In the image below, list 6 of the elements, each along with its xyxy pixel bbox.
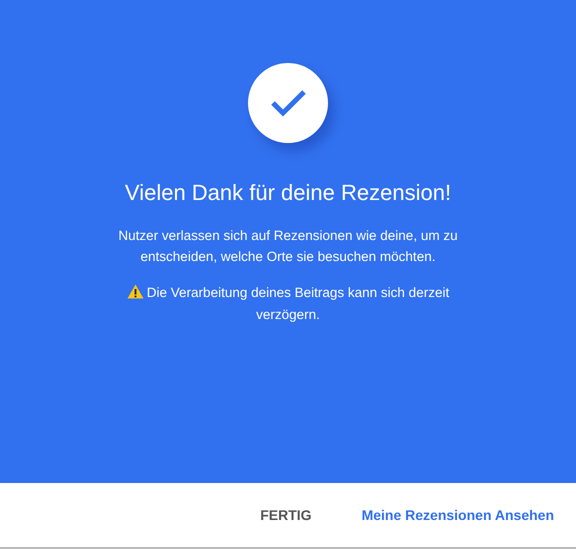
done-button[interactable]: FERTIG	[252, 499, 320, 531]
dialog-title: Vielen Dank für deine Rezension!	[124, 180, 452, 206]
warning-icon	[126, 284, 144, 299]
message-text: Nutzer verlassen sich auf Rezensionen wie deine, um zu entscheiden, welche Orte sie besuchen möchten.	[117, 227, 459, 266]
warning-text: Die Verarbeitung deines Beitrags kann sich derzeit verzögern.	[146, 285, 450, 322]
reviews-link-button[interactable]: Meine Rezensionen Ansehen	[354, 499, 562, 531]
